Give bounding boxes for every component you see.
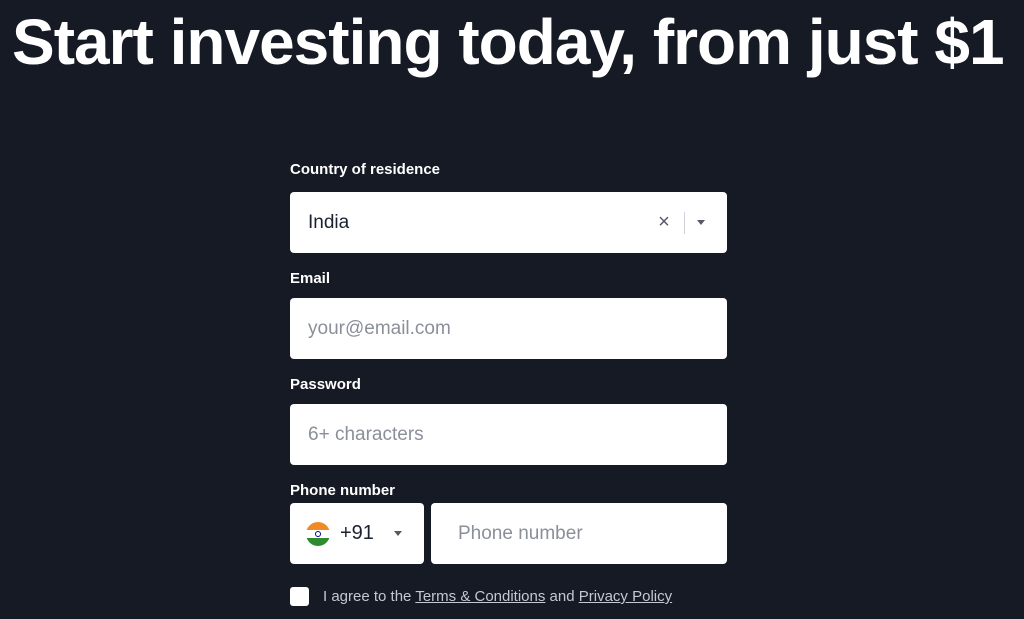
signup-form: Country of residence India × Email Passw… [290, 160, 727, 606]
country-select[interactable]: India × [290, 192, 727, 253]
email-field[interactable] [290, 298, 727, 359]
dial-code-select[interactable]: +91 [290, 503, 424, 564]
phone-number-field[interactable] [431, 503, 727, 564]
dial-code-value: +91 [340, 522, 374, 544]
country-value: India [308, 211, 350, 233]
terms-link[interactable]: Terms & Conditions [415, 588, 545, 605]
password-field-wrapper [290, 404, 727, 465]
password-field[interactable] [290, 404, 727, 465]
country-label: Country of residence [290, 161, 441, 178]
select-divider [684, 211, 685, 234]
caret-down-icon[interactable] [697, 220, 705, 225]
terms-checkbox[interactable] [290, 587, 309, 606]
agreement-text: I agree to the Terms & Conditions and Pr… [323, 588, 672, 605]
page-headline: Start investing today, from just $1 [12, 6, 1005, 78]
password-label: Password [290, 376, 361, 393]
chevron-down-icon [393, 531, 402, 536]
agreement-prefix: I agree to the [323, 588, 412, 605]
email-label: Email [290, 270, 331, 287]
privacy-link[interactable]: Privacy Policy [579, 588, 672, 605]
agreement-conjunction: and [549, 588, 575, 605]
phone-label: Phone number [290, 482, 396, 499]
phone-row: +91 [290, 503, 727, 564]
phone-field-wrapper [431, 503, 727, 564]
india-flag-icon [306, 521, 330, 546]
terms-agreement: I agree to the Terms & Conditions and Pr… [290, 587, 727, 606]
close-icon[interactable]: × [654, 211, 674, 233]
email-field-wrapper [290, 298, 727, 359]
